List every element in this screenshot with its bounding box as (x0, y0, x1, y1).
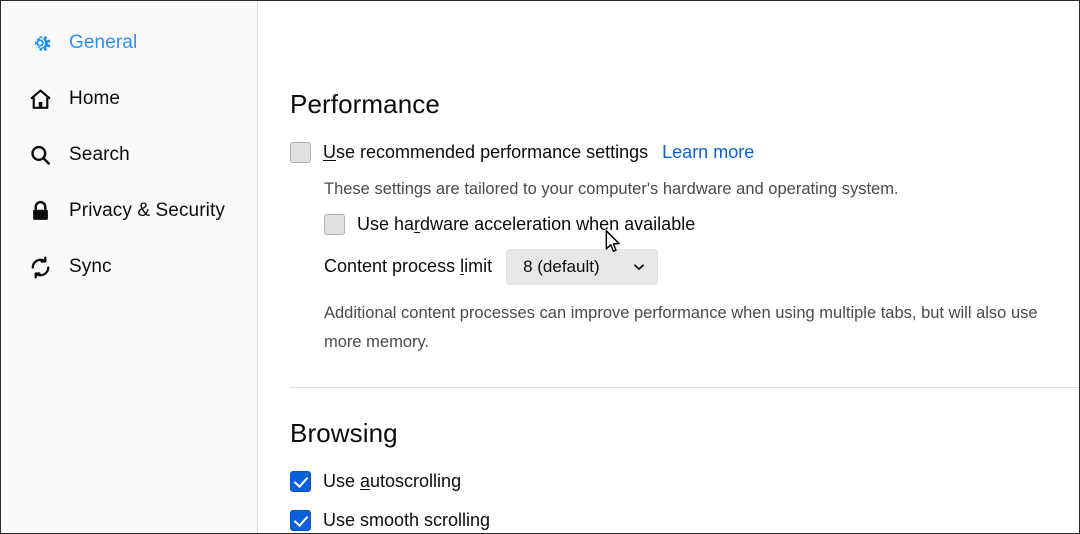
browsing-section: Browsing Use autoscrolling Use smooth sc… (290, 418, 1079, 531)
home-icon (27, 86, 53, 112)
autoscrolling-label-pre: Use (323, 470, 361, 491)
chevron-down-icon (632, 260, 646, 274)
content-process-description: Additional content processes can improve… (324, 303, 1038, 351)
sidebar-item-sync[interactable]: Sync (1, 247, 257, 287)
hardware-acceleration-row[interactable]: Use hardware acceleration when available (324, 213, 1079, 235)
gear-icon (27, 30, 53, 56)
sidebar-item-search[interactable]: Search (1, 135, 257, 175)
sidebar-item-label-privacy-security: Privacy & Security (69, 200, 225, 221)
autoscrolling-checkbox[interactable] (290, 470, 311, 492)
autoscrolling-label-post: utoscrolling (370, 470, 462, 491)
content-process-limit-label: Content process limit (324, 256, 492, 277)
performance-section: Performance Use recommended performance … (290, 89, 1079, 357)
autoscrolling-row[interactable]: Use autoscrolling (290, 470, 1079, 492)
recommended-performance-row[interactable]: Use recommended performance settings Lea… (290, 142, 1079, 163)
smooth-scrolling-row[interactable]: Use smooth scrolling (290, 509, 1079, 531)
section-divider (290, 386, 1079, 388)
hardware-acceleration-checkbox[interactable] (324, 213, 345, 235)
content-process-limit-label-pre: Content process (324, 256, 461, 277)
recommended-performance-accesskey: U (323, 142, 336, 162)
sidebar-item-label-sync: Sync (69, 256, 112, 277)
performance-description: These settings are tailored to your comp… (324, 180, 899, 198)
settings-sidebar: General Home Search Privacy & Security S… (1, 1, 258, 533)
smooth-scrolling-label: Use smooth scrolling (323, 509, 491, 530)
recommended-performance-label: Use recommended performance settings (323, 142, 648, 163)
recommended-performance-label-rest: se recommended performance settings (336, 142, 649, 162)
sidebar-item-label-general: General (69, 32, 138, 53)
autoscrolling-label: Use autoscrolling (323, 471, 461, 492)
sidebar-item-home[interactable]: Home (1, 79, 257, 119)
learn-more-link[interactable]: Learn more (662, 142, 754, 163)
sidebar-item-label-search: Search (69, 144, 130, 165)
content-process-limit-label-post: imit (464, 256, 493, 277)
hardware-acceleration-label: Use hardware acceleration when available (357, 214, 695, 235)
content-process-limit-dropdown[interactable]: 8 (default) (506, 248, 659, 285)
settings-content: Performance Use recommended performance … (258, 1, 1079, 533)
content-process-limit-row[interactable]: Content process limit 8 (default) (324, 248, 1079, 285)
sidebar-item-label-home: Home (69, 88, 121, 109)
recommended-performance-checkbox[interactable] (290, 142, 311, 163)
lock-icon (27, 198, 53, 224)
search-icon (27, 142, 53, 168)
hardware-acceleration-label-pre: Use ha (357, 213, 415, 234)
sidebar-item-general[interactable]: General (1, 23, 257, 63)
content-process-limit-value: 8 (default) (523, 256, 600, 276)
performance-heading: Performance (290, 89, 440, 119)
smooth-scrolling-checkbox[interactable] (290, 509, 311, 531)
settings-window: General Home Search Privacy & Security S… (0, 0, 1080, 534)
hardware-acceleration-label-post: dware acceleration when available (420, 213, 696, 234)
sidebar-item-privacy-security[interactable]: Privacy & Security (1, 191, 257, 231)
autoscrolling-accesskey: a (360, 470, 371, 491)
sync-icon (27, 254, 53, 280)
browsing-heading: Browsing (290, 417, 398, 448)
